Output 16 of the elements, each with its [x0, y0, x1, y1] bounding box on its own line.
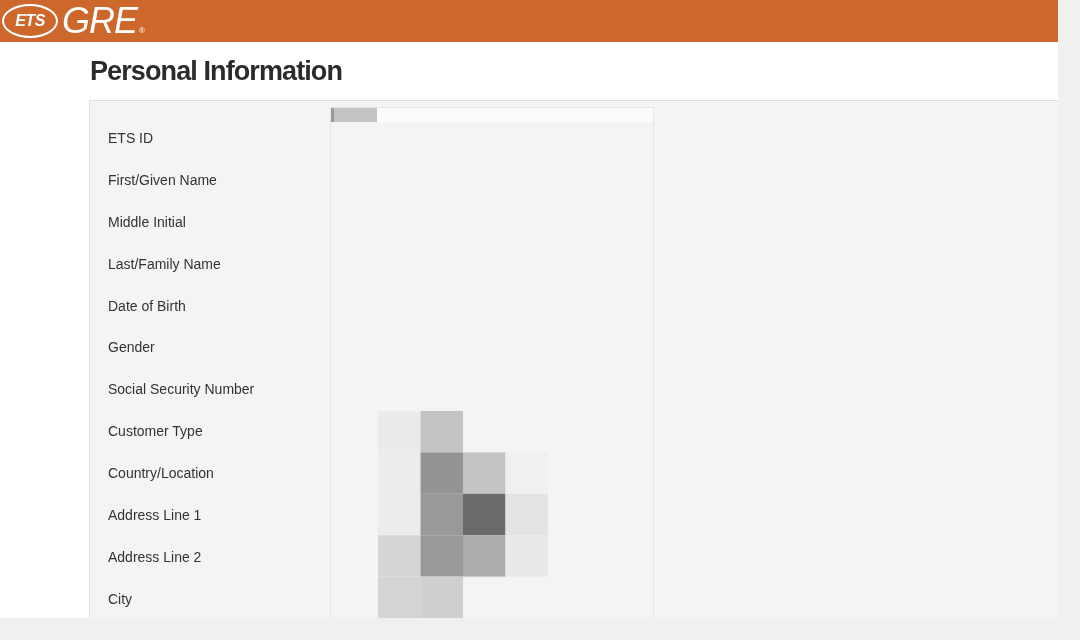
input-field[interactable]	[331, 108, 653, 122]
field-label: Gender	[108, 338, 156, 358]
field-label: First/Given Name	[108, 170, 218, 190]
field-label: Last/Family Name	[108, 254, 222, 274]
field-label: Date of Birth	[108, 296, 187, 316]
field-label: Customer Type	[108, 422, 204, 442]
field-label: ETS ID	[108, 128, 155, 148]
logo-mark: ETS	[2, 4, 58, 38]
redacted-block	[331, 108, 377, 122]
page-title: Personal Information	[90, 55, 343, 88]
field-label: Social Security Number	[108, 380, 256, 400]
field-label: Middle Initial	[108, 212, 187, 232]
field-label: Address Line 2	[108, 547, 203, 567]
field-label: Country/Location	[108, 464, 215, 484]
field-label: City	[108, 589, 134, 609]
field-label: Address Line 1	[108, 505, 203, 525]
